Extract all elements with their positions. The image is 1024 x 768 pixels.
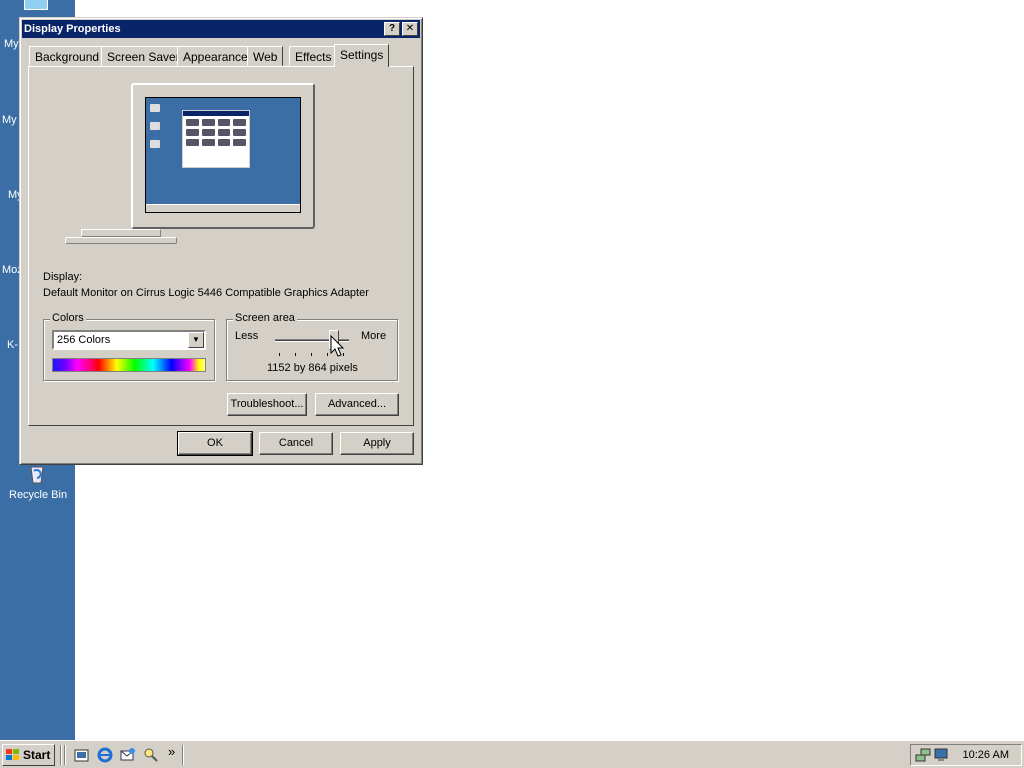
start-button[interactable]: Start — [2, 744, 55, 766]
slider-more-label: More — [361, 330, 387, 342]
color-palette-preview — [52, 358, 206, 372]
system-tray: 10:26 AM — [910, 744, 1022, 766]
tab-screen-saver[interactable]: Screen Saver — [101, 46, 186, 66]
windows-logo-icon — [6, 749, 20, 761]
clock[interactable]: 10:26 AM — [963, 749, 1009, 761]
monitor-preview — [131, 83, 315, 229]
monitor-base — [65, 237, 177, 244]
screen-preview — [145, 97, 301, 213]
display-properties-window: Display Properties ? ✕ Background Screen… — [19, 17, 423, 465]
quick-launch-chevron[interactable]: » — [168, 744, 175, 759]
colors-select-value: 256 Colors — [57, 334, 111, 346]
internet-explorer-icon[interactable] — [97, 747, 113, 763]
tab-web[interactable]: Web — [247, 46, 284, 66]
recycle-bin-icon[interactable] — [26, 462, 48, 484]
window-title: Display Properties — [24, 23, 121, 35]
tab-settings[interactable]: Settings — [334, 44, 390, 67]
colors-select[interactable]: 256 Colors ▼ — [52, 330, 206, 350]
preview-taskbar — [146, 204, 300, 212]
start-label: Start — [23, 748, 51, 762]
colors-group-label: Colors — [50, 312, 86, 324]
computer-icon[interactable] — [24, 0, 48, 10]
display-label: Display: — [43, 271, 83, 283]
tab-background[interactable]: Background — [29, 46, 106, 66]
colors-group: Colors 256 Colors ▼ — [43, 312, 215, 381]
settings-panel: Display: Default Monitor on Cirrus Logic… — [28, 66, 414, 426]
ok-button[interactable]: OK — [177, 431, 253, 456]
desktop-icon-label[interactable]: My — [4, 38, 19, 50]
search-icon[interactable] — [143, 747, 159, 763]
apply-button[interactable]: Apply — [340, 432, 414, 455]
resolution-text: 1152 by 864 pixels — [267, 362, 358, 374]
close-button[interactable]: ✕ — [402, 22, 418, 36]
network-icon[interactable] — [915, 747, 931, 763]
screen-area-group-label: Screen area — [233, 312, 297, 324]
help-button[interactable]: ? — [384, 22, 400, 36]
monitor-stand — [81, 229, 161, 237]
slider-less-label: Less — [235, 330, 259, 342]
chevron-down-icon[interactable]: ▼ — [188, 332, 204, 348]
tab-appearance[interactable]: Appearance — [177, 46, 254, 66]
display-tray-icon[interactable] — [933, 747, 949, 763]
screen-area-group: Screen area Less More 1152 by 864 pixels — [226, 312, 398, 381]
recycle-bin-label[interactable]: Recycle Bin — [9, 489, 67, 501]
troubleshoot-button[interactable]: Troubleshoot... — [227, 393, 307, 416]
preview-window — [182, 110, 250, 168]
show-desktop-icon[interactable] — [74, 747, 90, 763]
tab-effects[interactable]: Effects — [289, 46, 338, 66]
display-value: Default Monitor on Cirrus Logic 5446 Com… — [43, 287, 369, 299]
cancel-button[interactable]: Cancel — [259, 432, 333, 455]
outlook-express-icon[interactable] — [120, 747, 136, 763]
mouse-pointer-icon — [330, 335, 345, 357]
taskbar: Start » 10:26 AM — [0, 740, 1024, 768]
desktop-icon-label[interactable]: My — [2, 114, 17, 126]
title-bar[interactable]: Display Properties ? ✕ — [22, 20, 420, 38]
advanced-button[interactable]: Advanced... — [315, 393, 399, 416]
